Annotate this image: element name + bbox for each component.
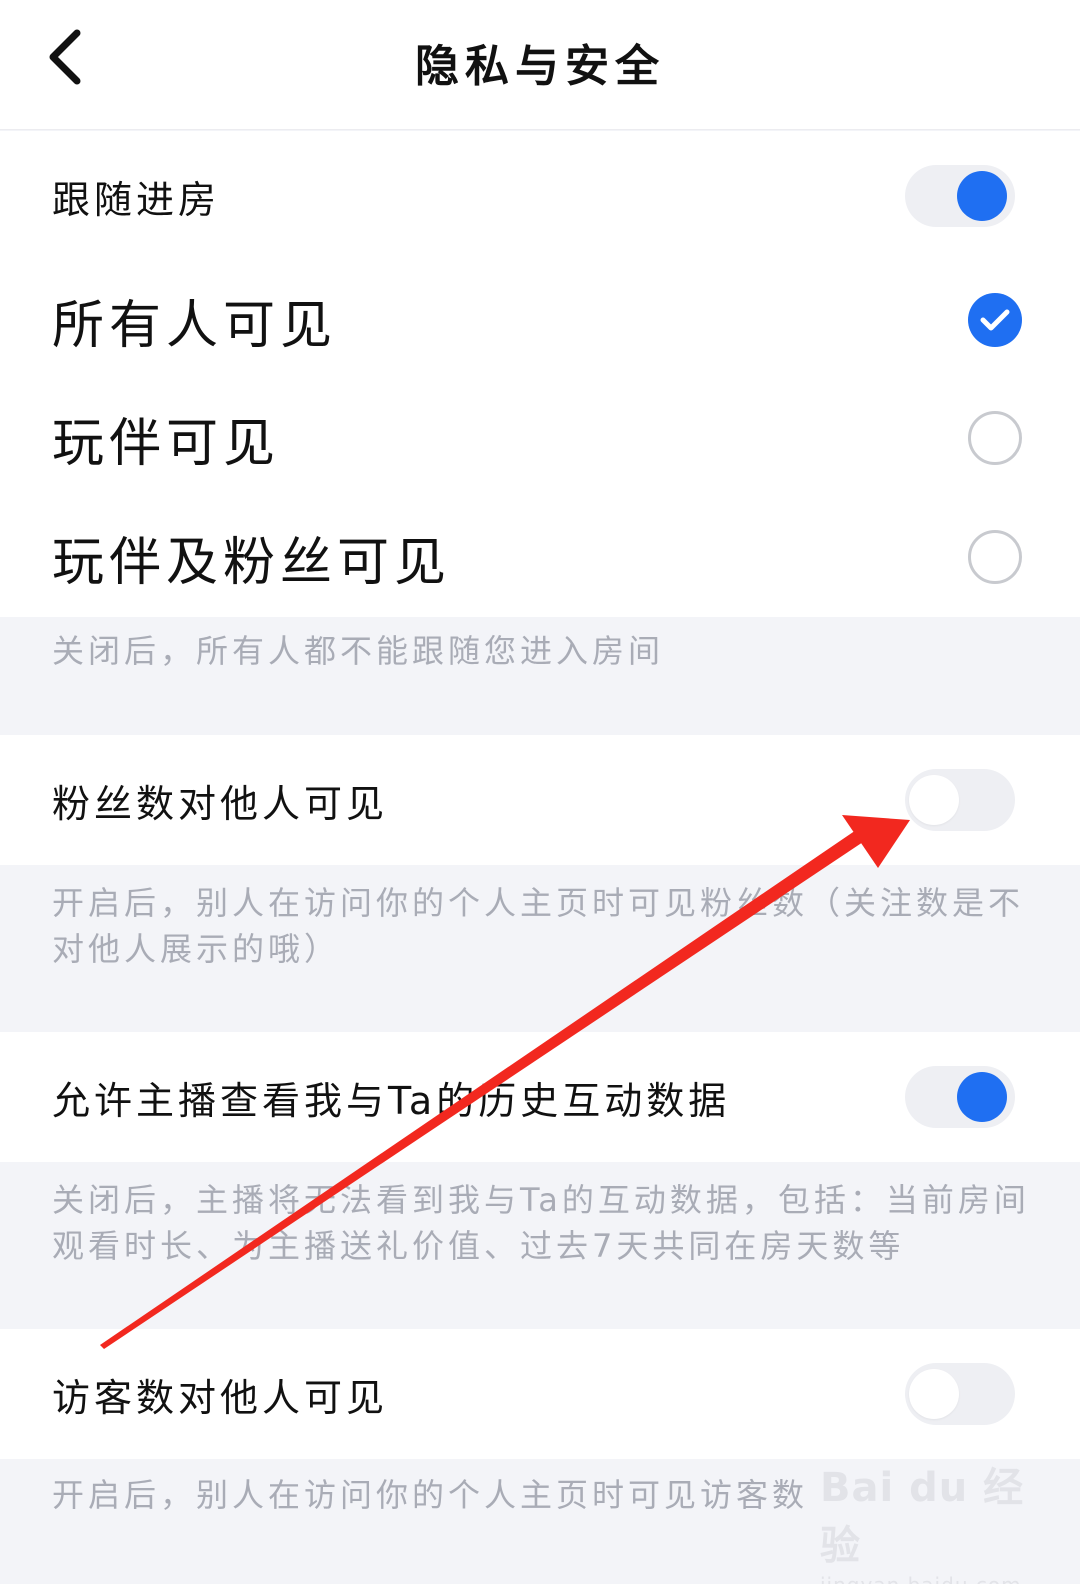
option-playmates-row[interactable]: 玩伴可见 [0,379,1080,497]
option-everyone-radio[interactable] [968,293,1022,347]
fans-visible-toggle[interactable] [905,769,1015,831]
visitors-visible-row: 访客数对他人可见 [0,1329,1080,1459]
follow-room-label: 跟随进房 [52,177,221,222]
option-playmates-fans-row[interactable]: 玩伴及粉丝可见 [0,497,1080,617]
page-title: 隐私与安全 [415,41,665,92]
watermark-url: jingyan.baidu.com [820,1573,1040,1584]
option-playmates-fans-label: 玩伴及粉丝可见 [52,532,452,593]
option-playmates-label: 玩伴可见 [52,413,281,474]
follow-room-description: 关闭后，所有人都不能跟随您进入房间 [52,632,665,670]
fans-visible-row: 粉丝数对他人可见 [0,735,1080,865]
toggle-knob [957,171,1007,221]
option-everyone-row[interactable]: 所有人可见 [0,261,1080,379]
fans-visible-label: 粉丝数对他人可见 [52,781,389,826]
option-everyone-label: 所有人可见 [52,295,338,356]
follow-room-toggle[interactable] [905,165,1015,227]
history-data-description: 关闭后，主播将无法看到我与Ta的互动数据，包括：当前房间观看时长、为主播送礼价值… [52,1181,1030,1265]
history-data-label: 允许主播查看我与Ta的历史互动数据 [52,1078,731,1123]
checkmark-icon [980,309,1010,331]
history-data-row: 允许主播查看我与Ta的历史互动数据 [0,1032,1080,1162]
toggle-knob [957,1072,1007,1122]
visitors-visible-toggle[interactable] [905,1363,1015,1425]
fans-visible-description: 开启后，别人在访问你的个人主页时可见粉丝数（关注数是不对他人展示的哦） [52,884,1025,968]
history-data-toggle[interactable] [905,1066,1015,1128]
option-playmates-radio[interactable] [968,411,1022,465]
option-playmates-fans-radio[interactable] [968,530,1022,584]
toggle-knob [909,775,959,825]
toggle-knob [909,1369,959,1419]
top-bar: 隐私与安全 [0,0,1080,130]
visitors-visible-description: 开启后，别人在访问你的个人主页时可见访客数 [52,1476,809,1514]
follow-room-row: 跟随进房 [0,131,1080,261]
visitors-visible-label: 访客数对他人可见 [52,1375,389,1420]
